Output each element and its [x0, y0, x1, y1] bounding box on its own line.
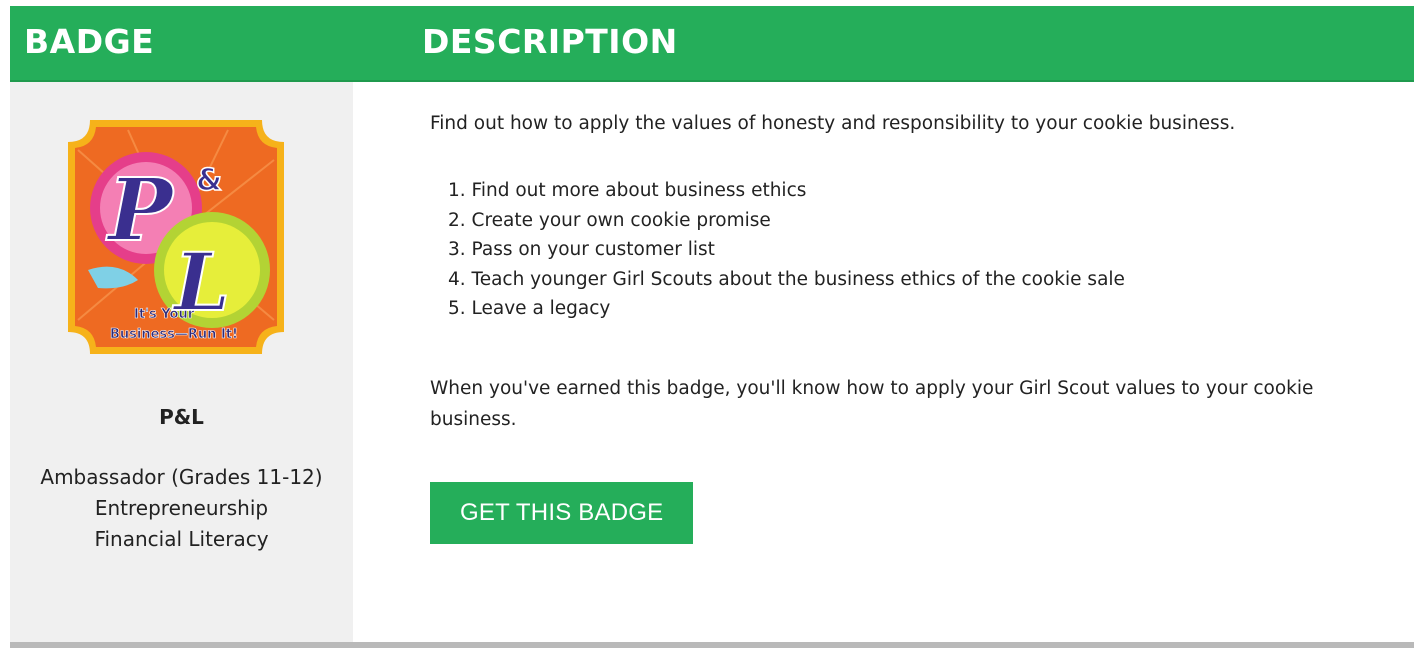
step-item: 1. Find out more about business ethics [448, 180, 807, 201]
steps-list: 1. Find out more about business ethics 2… [430, 176, 1125, 324]
table-header: BADGE DESCRIPTION [10, 6, 1414, 82]
badge-category-entrepreneurship: Entrepreneurship [94, 496, 269, 520]
description-outro: When you've earned this badge, you'll kn… [430, 378, 1314, 430]
badge-level: Ambassador (Grades 11-12) [40, 465, 323, 489]
step-item: 2. Create your own cookie promise [448, 209, 771, 231]
header-description: DESCRIPTION [422, 22, 678, 61]
badge-name: P&L [159, 405, 204, 429]
description-cell: Find out how to apply the values of hone… [353, 82, 1414, 642]
badge-meta: Ambassador (Grades 11-12) Entrepreneursh… [10, 462, 353, 555]
description-intro: Find out how to apply the values of hone… [430, 113, 1236, 134]
table-bottom-divider [10, 642, 1414, 648]
get-this-badge-button[interactable]: GET THIS BADGE [430, 482, 694, 544]
step-item: 5. Leave a legacy [448, 298, 611, 319]
svg-text:It's Your: It's Your [134, 307, 195, 322]
step-item: 3. Pass on your customer list [448, 239, 715, 260]
badge-image: P & L It's Your Business—Run It! [68, 120, 284, 354]
svg-text:&: & [196, 163, 222, 198]
svg-text:P: P [105, 160, 175, 261]
badge-tagline: It's Your Business—Run It! [110, 307, 239, 343]
step-item: 4. Teach younger Girl Scouts about the b… [448, 268, 1125, 290]
svg-text:Business—Run It!: Business—Run It! [110, 327, 238, 342]
badge-category-financial-literacy: Financial Literacy [94, 527, 269, 551]
badge-table: BADGE DESCRIPTION P & L It's Your Busine… [10, 6, 1414, 653]
badge-cell: P & L It's Your Business—Run It! P&L Amb… [10, 82, 353, 642]
header-badge: BADGE [24, 22, 155, 61]
